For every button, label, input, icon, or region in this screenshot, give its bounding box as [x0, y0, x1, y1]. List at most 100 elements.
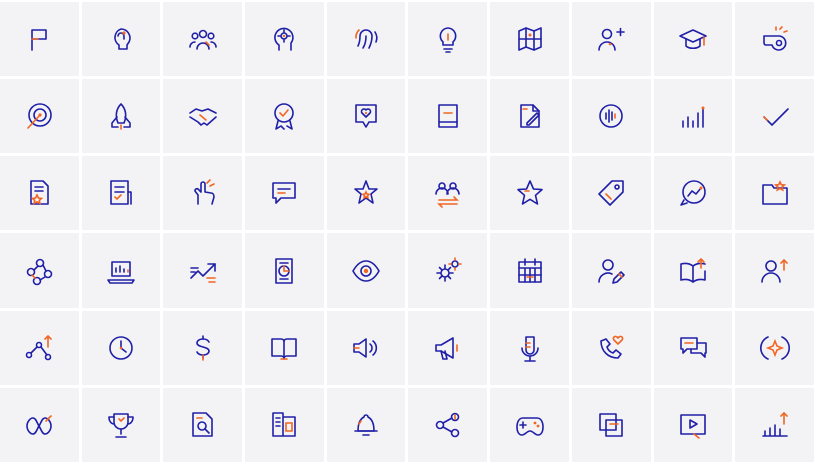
bell-icon [354, 414, 378, 436]
icon-tile [571, 387, 651, 462]
icon-tile [326, 387, 406, 462]
icon-tile [735, 156, 814, 231]
share-icon [435, 412, 460, 438]
icon-tile [735, 387, 814, 462]
icon-tile [326, 233, 406, 308]
icon-tile [735, 310, 814, 385]
trophy-icon [108, 413, 134, 438]
team-icon [188, 29, 217, 50]
trend-chat-icon [680, 180, 706, 207]
icon-grid [0, 0, 814, 463]
icon-tile [81, 233, 161, 308]
icon-tile [408, 310, 488, 385]
gear-head-icon [274, 27, 295, 51]
tag-icon [598, 180, 625, 207]
award-badge-icon [274, 103, 295, 131]
book-upload-icon [680, 257, 706, 283]
star-folder-icon [761, 180, 788, 206]
favorite-document-icon [30, 180, 50, 206]
icon-tile [245, 79, 324, 154]
growth-arrows-icon [189, 262, 216, 283]
icon-tile [0, 233, 79, 308]
icon-tile [653, 156, 733, 231]
icon-tile [163, 156, 243, 231]
icon-tile [326, 2, 406, 77]
user-growth-icon [760, 258, 788, 283]
laptop-chart-icon [107, 260, 135, 284]
icon-tile [571, 310, 651, 385]
dollar-icon [195, 334, 210, 361]
icon-tile [571, 2, 651, 77]
icon-tile [490, 233, 569, 308]
user-exchange-icon [435, 182, 460, 209]
presentation-icon [272, 412, 297, 437]
path-arrow-icon [26, 334, 53, 361]
icon-tile [245, 310, 324, 385]
bar-chart-icon [682, 106, 705, 129]
book-icon [438, 104, 458, 129]
icon-tile [653, 2, 733, 77]
icon-tile [0, 156, 79, 231]
lightbulb-icon [439, 27, 457, 53]
icon-tile [81, 310, 161, 385]
icon-tile [490, 387, 569, 462]
map-icon [517, 27, 542, 51]
icon-tile [653, 310, 733, 385]
mobile-chart-icon [275, 257, 294, 284]
icon-tile [245, 156, 324, 231]
flag-icon [31, 29, 48, 51]
icon-tile [653, 233, 733, 308]
icon-tile [245, 387, 324, 462]
stars-icon [354, 180, 378, 205]
icon-tile [0, 310, 79, 385]
infinity-path-icon [26, 415, 53, 435]
icon-tile [163, 387, 243, 462]
add-user-icon [598, 27, 626, 51]
checklist-icon [110, 180, 132, 206]
gamepad-icon [515, 417, 544, 436]
icon-tile [81, 387, 161, 462]
icon-tile [408, 156, 488, 231]
icon-tile [81, 2, 161, 77]
icon-tile [0, 387, 79, 462]
icon-tile [490, 310, 569, 385]
icon-tile [408, 79, 488, 154]
sparkle-icon [759, 335, 790, 360]
icon-tile [163, 310, 243, 385]
workflow-icon [27, 258, 53, 285]
icon-tile [571, 79, 651, 154]
megaphone-icon [435, 336, 458, 360]
icon-tile [735, 2, 814, 77]
document-search-icon [191, 412, 213, 437]
brain-idea-icon [114, 28, 131, 50]
icon-tile [326, 310, 406, 385]
microphone-icon [520, 335, 539, 362]
chat-icon [272, 182, 297, 205]
star-icon [516, 180, 543, 206]
user-edit-icon [598, 258, 626, 284]
clock-icon [109, 335, 133, 360]
icon-tile [490, 156, 569, 231]
icon-tile [163, 2, 243, 77]
growth-chart-icon [761, 411, 788, 437]
check-icon [762, 108, 789, 127]
target-icon [27, 103, 53, 130]
fingerprint-icon [355, 29, 378, 49]
hand-gesture-icon [193, 179, 215, 206]
icon-tile [735, 233, 814, 308]
icon-tile [653, 79, 733, 154]
edit-document-icon [519, 104, 540, 129]
icon-tile [163, 79, 243, 154]
handshake-icon [188, 108, 217, 127]
icon-tile [653, 387, 733, 462]
icon-tile [735, 79, 814, 154]
speaker-icon [353, 337, 378, 358]
open-book-icon [271, 337, 298, 360]
icon-tile [163, 233, 243, 308]
icon-tile [408, 387, 488, 462]
calendar-icon [517, 257, 542, 283]
gears-icon [436, 256, 462, 282]
icon-tile [408, 233, 488, 308]
icon-tile [81, 79, 161, 154]
eye-icon [352, 259, 380, 282]
